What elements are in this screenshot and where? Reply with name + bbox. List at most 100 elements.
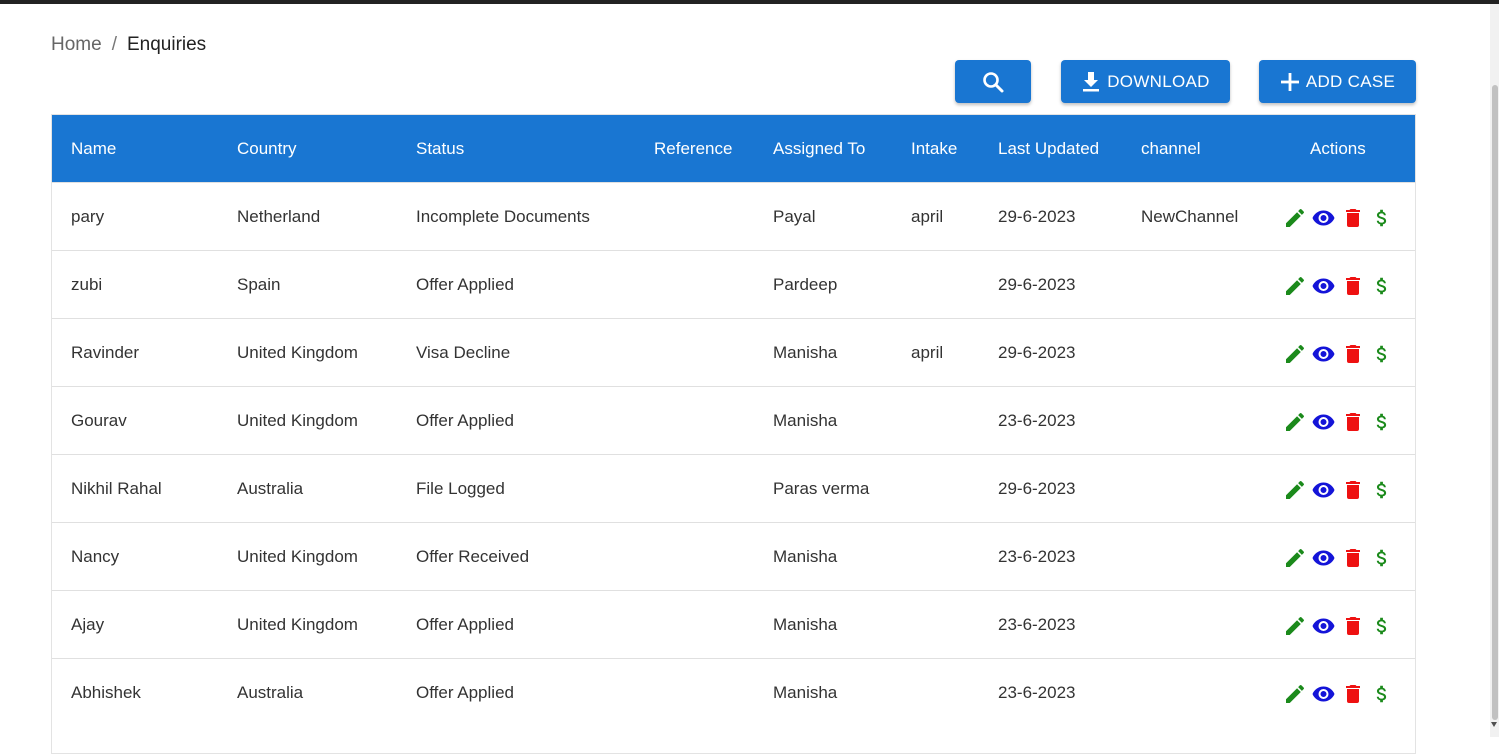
scrollbar-thumb[interactable] (1492, 85, 1498, 720)
edit-icon[interactable] (1282, 681, 1307, 706)
cell-intake: april (911, 343, 944, 362)
table-row: Nancy United Kingdom Offer Received Manisha… (52, 522, 1415, 590)
row-actions (1282, 545, 1394, 570)
cell-country: Netherland (237, 207, 321, 226)
payment-icon[interactable] (1369, 613, 1394, 638)
delete-icon[interactable] (1340, 477, 1365, 502)
table-row: Gourav United Kingdom Offer Applied Manisha… (52, 386, 1415, 454)
header-actions: Actions (1310, 139, 1366, 158)
edit-icon[interactable] (1282, 273, 1307, 298)
table-row: Ajay United Kingdom Offer Applied Manisha 23… (52, 590, 1415, 658)
search-button[interactable] (955, 60, 1031, 103)
header-last-updated[interactable]: Last Updated (998, 115, 1099, 182)
payment-icon[interactable] (1369, 681, 1394, 706)
cell-assigned: Pardeep (773, 275, 838, 294)
view-icon[interactable] (1311, 205, 1336, 230)
cell-name: Abhishek (71, 683, 141, 702)
cell-status: Offer Applied (416, 411, 514, 430)
plus-icon (1280, 72, 1300, 92)
payment-icon[interactable] (1369, 409, 1394, 434)
search-icon (981, 70, 1005, 94)
header-status[interactable]: Status (416, 115, 464, 182)
payment-icon[interactable] (1369, 205, 1394, 230)
table-row: zubi Spain Offer Applied Pardeep 29-6-2023 (52, 250, 1415, 318)
cell-country: Australia (237, 683, 304, 702)
breadcrumb-home-link[interactable]: Home (51, 34, 102, 56)
edit-icon[interactable] (1282, 545, 1307, 570)
edit-icon[interactable] (1282, 613, 1307, 638)
cell-name: zubi (71, 275, 103, 294)
header-assigned-to[interactable]: Assigned To (773, 115, 865, 182)
breadcrumb-separator: / (111, 34, 117, 55)
cell-name: Nikhil Rahal (71, 479, 162, 498)
cell-updated: 23-6-2023 (998, 615, 1076, 634)
edit-icon[interactable] (1282, 341, 1307, 366)
row-actions (1282, 613, 1394, 638)
download-label: DOWNLOAD (1107, 71, 1210, 91)
view-icon[interactable] (1311, 477, 1336, 502)
header-country[interactable]: Country (237, 115, 297, 182)
payment-icon[interactable] (1369, 273, 1394, 298)
view-icon[interactable] (1311, 613, 1336, 638)
cell-updated: 23-6-2023 (998, 411, 1076, 430)
cell-updated: 23-6-2023 (998, 547, 1076, 566)
table-row: pary Netherland Incomplete Documents Payal a… (52, 182, 1415, 250)
row-actions (1282, 681, 1394, 706)
cell-name: Nancy (71, 547, 120, 566)
row-actions (1282, 477, 1394, 502)
download-button[interactable]: DOWNLOAD (1061, 60, 1230, 103)
edit-icon[interactable] (1282, 409, 1307, 434)
cell-name: Gourav (71, 411, 127, 430)
header-intake[interactable]: Intake (911, 115, 957, 182)
delete-icon[interactable] (1340, 409, 1365, 434)
payment-icon[interactable] (1369, 477, 1394, 502)
table-row: Nikhil Rahal Australia File Logged Paras ve… (52, 454, 1415, 522)
cell-assigned: Manisha (773, 411, 838, 430)
view-icon[interactable] (1311, 409, 1336, 434)
delete-icon[interactable] (1340, 273, 1365, 298)
delete-icon[interactable] (1340, 545, 1365, 570)
cell-updated: 23-6-2023 (998, 683, 1076, 702)
cell-status: Offer Received (416, 547, 530, 566)
cell-country: Spain (237, 275, 281, 294)
row-actions (1282, 341, 1394, 366)
cell-status: Offer Applied (416, 275, 514, 294)
cell-assigned: Payal (773, 207, 816, 226)
payment-icon[interactable] (1369, 341, 1394, 366)
cell-country: United Kingdom (237, 615, 358, 634)
edit-icon[interactable] (1282, 205, 1307, 230)
breadcrumb-current: Enquiries (126, 34, 207, 55)
download-icon (1081, 71, 1101, 93)
row-actions (1282, 409, 1394, 434)
cell-status: File Logged (416, 479, 505, 498)
cell-assigned: Manisha (773, 683, 838, 702)
edit-icon[interactable] (1282, 477, 1307, 502)
cell-status: Visa Decline (416, 343, 511, 362)
cell-country: United Kingdom (237, 411, 358, 430)
table-header: Name Country Status Reference Assigned T… (52, 115, 1415, 182)
payment-icon[interactable] (1369, 545, 1394, 570)
add-case-button[interactable]: ADD CASE (1259, 60, 1416, 103)
view-icon[interactable] (1311, 341, 1336, 366)
cell-assigned: Manisha (773, 615, 838, 634)
table-row: Ravinder United Kingdom Visa Decline Manish… (52, 318, 1415, 386)
view-icon[interactable] (1311, 273, 1336, 298)
delete-icon[interactable] (1340, 681, 1365, 706)
delete-icon[interactable] (1340, 613, 1365, 638)
cell-name: Ajay (71, 615, 105, 634)
header-name[interactable]: Name (71, 115, 116, 182)
scroll-down-arrow[interactable] (1491, 722, 1497, 727)
delete-icon[interactable] (1340, 205, 1365, 230)
top-border (0, 0, 1499, 4)
delete-icon[interactable] (1340, 341, 1365, 366)
row-actions (1282, 273, 1394, 298)
cell-country: United Kingdom (237, 547, 358, 566)
add-case-label: ADD CASE (1305, 71, 1396, 91)
view-icon[interactable] (1311, 545, 1336, 570)
view-icon[interactable] (1311, 681, 1336, 706)
header-reference[interactable]: Reference (654, 115, 732, 182)
header-channel[interactable]: channel (1141, 115, 1201, 182)
cell-country: Australia (237, 479, 304, 498)
cell-assigned: Manisha (773, 343, 838, 362)
cell-country: United Kingdom (237, 343, 358, 362)
